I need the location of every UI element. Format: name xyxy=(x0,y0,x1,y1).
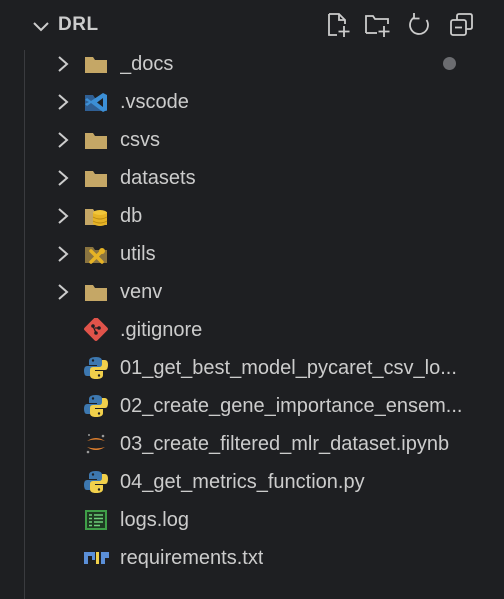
chevron-right-icon[interactable] xyxy=(54,130,72,150)
tree-item-label: db xyxy=(120,205,143,227)
collapse-all-icon[interactable] xyxy=(448,11,476,39)
database-folder-icon xyxy=(85,209,108,226)
tree-item-label: venv xyxy=(120,281,163,303)
new-folder-icon[interactable] xyxy=(364,11,392,39)
tree-item-label: 04_get_metrics_function.py xyxy=(120,471,365,493)
folder-icon xyxy=(85,57,107,73)
tree-item-folder-vscode[interactable]: .vscode xyxy=(0,83,504,121)
tree-item-file-python[interactable]: 01_get_best_model_pycaret_csv_lo... xyxy=(0,349,504,387)
tree-item-folder-csvs[interactable]: csvs xyxy=(0,121,504,159)
tree-item-folder-db[interactable]: db xyxy=(0,197,504,235)
chevron-right-icon[interactable] xyxy=(54,54,72,74)
tree-item-file-log[interactable]: logs.log xyxy=(0,501,504,539)
vscode-folder-icon xyxy=(85,93,107,112)
tree-item-file-python[interactable]: 04_get_metrics_function.py xyxy=(0,463,504,501)
python-icon xyxy=(84,471,108,493)
modified-indicator-dot xyxy=(443,57,456,70)
tree-item-file-python[interactable]: 02_create_gene_importance_ensem... xyxy=(0,387,504,425)
git-icon xyxy=(84,318,108,341)
tree-item-file-requirements[interactable]: requirements.txt xyxy=(0,539,504,577)
tree-item-label: 03_create_filtered_mlr_dataset.ipynb xyxy=(120,433,450,455)
chevron-right-icon[interactable] xyxy=(54,244,72,264)
folder-icon xyxy=(85,285,107,301)
new-file-icon[interactable] xyxy=(324,11,352,39)
tools-folder-icon xyxy=(85,247,107,264)
tree-item-label: 01_get_best_model_pycaret_csv_lo... xyxy=(120,357,457,379)
tree-item-label: .vscode xyxy=(120,91,189,113)
python-icon xyxy=(84,357,108,379)
tree-item-label: 02_create_gene_importance_ensem... xyxy=(120,395,463,417)
folder-icon xyxy=(85,133,107,149)
tree-item-label: logs.log xyxy=(120,509,189,531)
tree-item-label: _docs xyxy=(120,53,174,75)
tree-item-label: datasets xyxy=(120,167,196,189)
explorer-header: DRL xyxy=(0,0,504,50)
tree-item-file-notebook[interactable]: 03_create_filtered_mlr_dataset.ipynb xyxy=(0,425,504,463)
chevron-right-icon[interactable] xyxy=(54,92,72,112)
pip-icon xyxy=(84,552,109,564)
workspace-folder-title[interactable]: DRL xyxy=(58,14,99,36)
chevron-right-icon[interactable] xyxy=(54,168,72,188)
folder-icon xyxy=(85,171,107,187)
tree-item-folder-datasets[interactable]: datasets xyxy=(0,159,504,197)
jupyter-icon xyxy=(86,434,105,454)
tree-item-folder-venv[interactable]: venv xyxy=(0,273,504,311)
tree-item-file-gitignore[interactable]: .gitignore xyxy=(0,311,504,349)
python-icon xyxy=(84,395,108,417)
chevron-right-icon[interactable] xyxy=(54,206,72,226)
chevron-right-icon[interactable] xyxy=(54,282,72,302)
tree-item-label: requirements.txt xyxy=(120,547,264,569)
chevron-down-icon[interactable] xyxy=(30,16,52,38)
tree-item-label: .gitignore xyxy=(120,319,203,341)
refresh-icon[interactable] xyxy=(406,11,434,39)
log-icon xyxy=(85,510,107,530)
tree-item-folder-utils[interactable]: utils xyxy=(0,235,504,273)
tree-item-label: utils xyxy=(120,243,156,265)
tree-item-folder-docs[interactable]: _docs xyxy=(0,45,504,83)
tree-item-label: csvs xyxy=(120,129,160,151)
